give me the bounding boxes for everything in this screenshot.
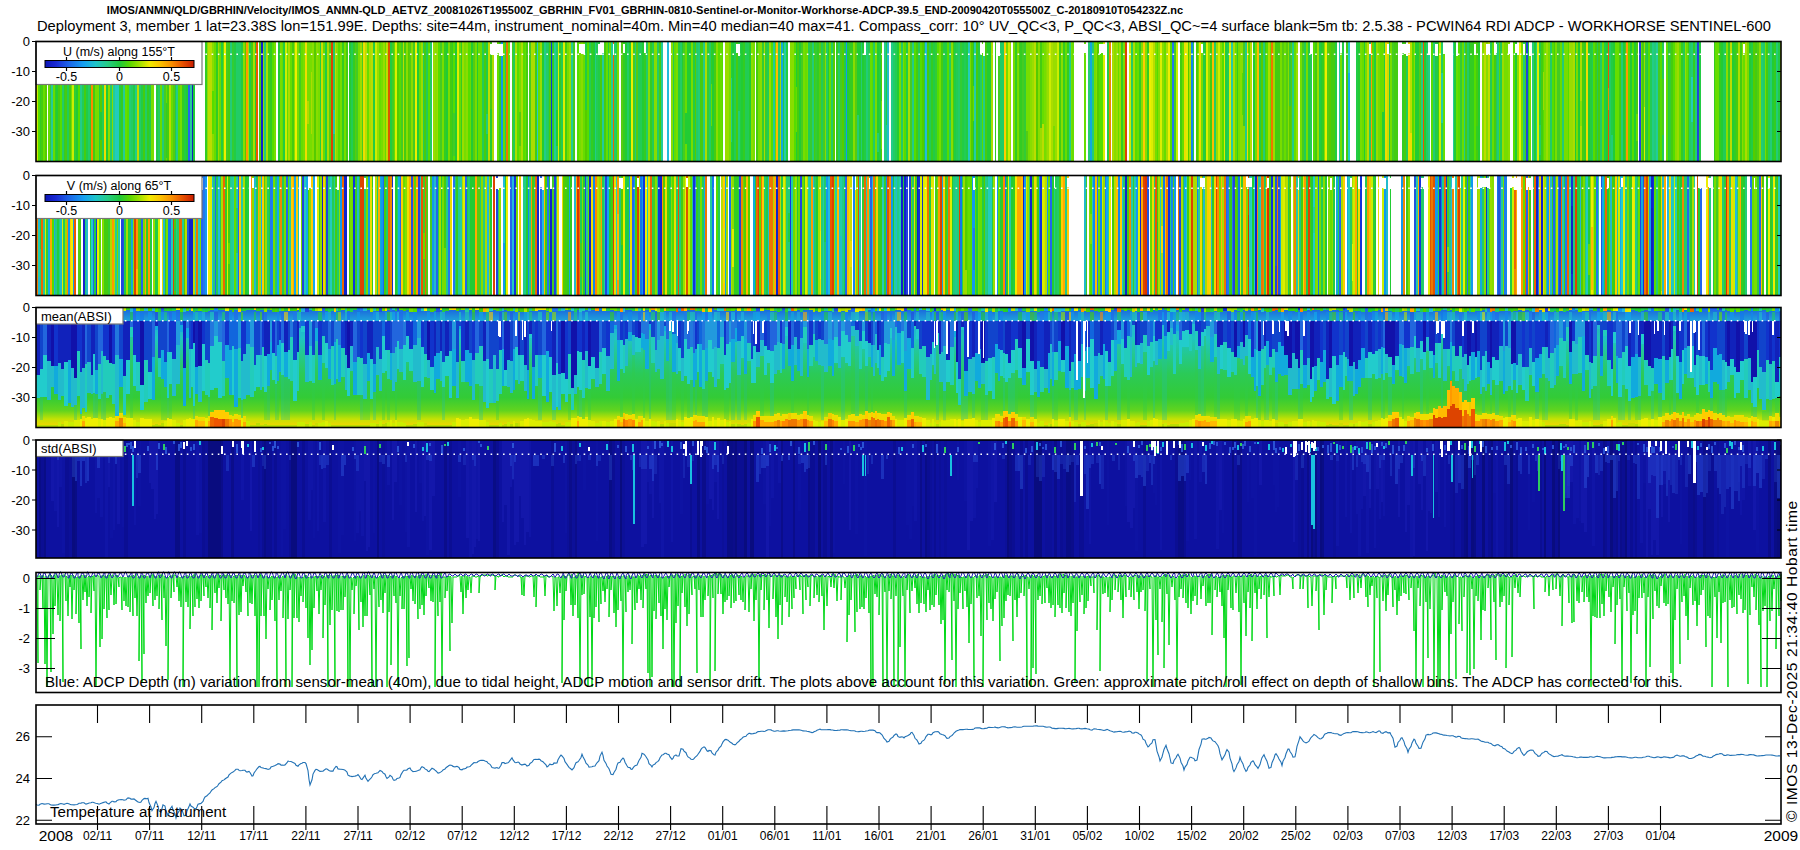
svg-text:0: 0 — [23, 168, 30, 183]
svg-text:31/01: 31/01 — [1020, 829, 1050, 843]
svg-text:02/11: 02/11 — [83, 829, 112, 843]
svg-text:21/01: 21/01 — [916, 829, 946, 843]
svg-text:0: 0 — [23, 433, 30, 448]
svg-text:-10: -10 — [11, 330, 30, 345]
svg-text:-1: -1 — [18, 601, 30, 616]
svg-text:12/03: 12/03 — [1437, 829, 1467, 843]
svg-text:-3: -3 — [18, 661, 30, 676]
svg-text:-20: -20 — [11, 493, 30, 508]
svg-text:25/02: 25/02 — [1281, 829, 1311, 843]
svg-text:22/03: 22/03 — [1541, 829, 1571, 843]
svg-text:02/03: 02/03 — [1333, 829, 1363, 843]
svg-text:-30: -30 — [11, 258, 30, 273]
svg-text:U (m/s) along 155°T: U (m/s) along 155°T — [63, 45, 175, 59]
svg-text:27/11: 27/11 — [343, 829, 372, 843]
svg-text:-10: -10 — [11, 463, 30, 478]
svg-text:-0.5: -0.5 — [56, 204, 78, 218]
svg-text:std(ABSI): std(ABSI) — [41, 441, 97, 456]
svg-text:-30: -30 — [11, 124, 30, 139]
svg-text:02/12: 02/12 — [395, 829, 425, 843]
svg-text:-20: -20 — [11, 94, 30, 109]
svg-text:0: 0 — [23, 34, 30, 49]
svg-text:Temperature at instrument: Temperature at instrument — [50, 803, 227, 820]
svg-text:27/12: 27/12 — [656, 829, 686, 843]
svg-text:-30: -30 — [11, 390, 30, 405]
svg-text:22/12: 22/12 — [603, 829, 633, 843]
svg-text:01/04: 01/04 — [1645, 829, 1675, 843]
svg-text:0: 0 — [116, 70, 123, 84]
svg-text:12/11: 12/11 — [187, 829, 216, 843]
svg-text:17/12: 17/12 — [551, 829, 581, 843]
svg-text:Blue: ADCP Depth (m) variation: Blue: ADCP Depth (m) variation from sens… — [45, 673, 1683, 690]
svg-text:24: 24 — [16, 771, 30, 786]
svg-text:20/02: 20/02 — [1229, 829, 1259, 843]
svg-text:07/11: 07/11 — [135, 829, 164, 843]
svg-text:05/02: 05/02 — [1072, 829, 1102, 843]
svg-text:22/11: 22/11 — [291, 829, 320, 843]
svg-text:0.5: 0.5 — [163, 70, 180, 84]
svg-text:10/02: 10/02 — [1124, 829, 1154, 843]
svg-text:07/03: 07/03 — [1385, 829, 1415, 843]
svg-text:26/01: 26/01 — [968, 829, 998, 843]
svg-text:16/01: 16/01 — [864, 829, 894, 843]
svg-text:15/02: 15/02 — [1177, 829, 1207, 843]
svg-text:Deployment 3, member 1 lat=23.: Deployment 3, member 1 lat=23.38S lon=15… — [37, 18, 1771, 34]
svg-text:07/12: 07/12 — [447, 829, 477, 843]
svg-text:V (m/s) along 65°T: V (m/s) along 65°T — [67, 179, 172, 193]
svg-text:17/03: 17/03 — [1489, 829, 1519, 843]
svg-text:27/03: 27/03 — [1593, 829, 1623, 843]
svg-text:-20: -20 — [11, 360, 30, 375]
svg-text:mean(ABSI): mean(ABSI) — [41, 309, 112, 324]
svg-text:0: 0 — [116, 204, 123, 218]
svg-text:06/01: 06/01 — [760, 829, 790, 843]
svg-text:17/11: 17/11 — [239, 829, 268, 843]
svg-text:12/12: 12/12 — [499, 829, 529, 843]
svg-text:2008: 2008 — [39, 827, 73, 844]
svg-text:© IMOS 13-Dec-2025 21:34:40 Ho: © IMOS 13-Dec-2025 21:34:40 Hobart time — [1783, 500, 1800, 822]
svg-text:2009: 2009 — [1764, 827, 1798, 844]
svg-text:26: 26 — [16, 729, 30, 744]
svg-text:0.5: 0.5 — [163, 204, 180, 218]
svg-text:-10: -10 — [11, 64, 30, 79]
svg-text:-10: -10 — [11, 198, 30, 213]
svg-text:-2: -2 — [18, 631, 30, 646]
svg-text:01/01: 01/01 — [708, 829, 738, 843]
svg-text:0: 0 — [23, 571, 30, 586]
svg-text:-0.5: -0.5 — [56, 70, 78, 84]
svg-text:IMOS/ANMN/QLD/GBRHIN/Velocity/: IMOS/ANMN/QLD/GBRHIN/Velocity/IMOS_ANMN-… — [107, 4, 1183, 16]
svg-text:0: 0 — [23, 300, 30, 315]
svg-text:-30: -30 — [11, 523, 30, 538]
svg-text:-20: -20 — [11, 228, 30, 243]
svg-text:22: 22 — [16, 813, 30, 828]
svg-text:11/01: 11/01 — [812, 829, 841, 843]
